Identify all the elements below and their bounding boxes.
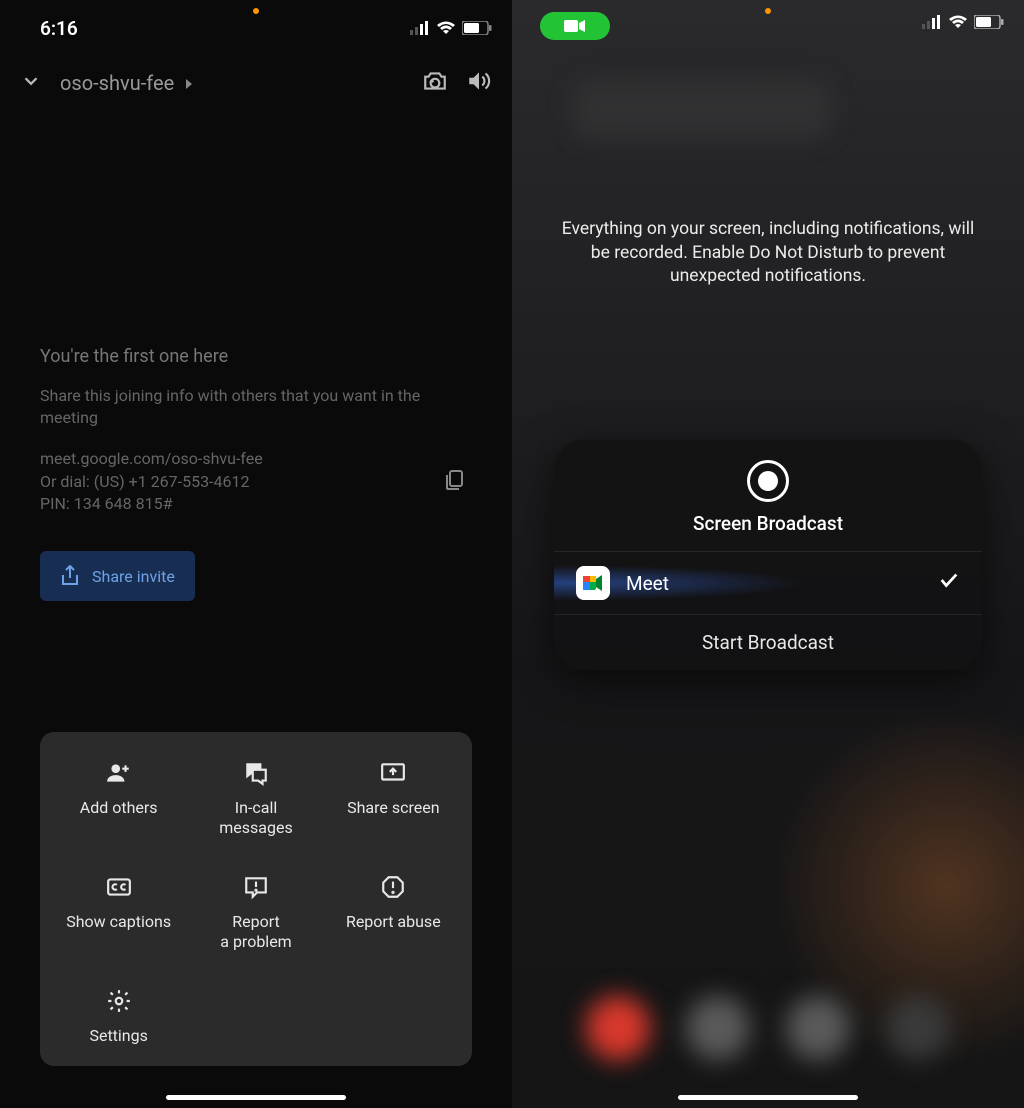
camera-active-pill[interactable]	[540, 12, 610, 40]
action-label: Report abuse	[346, 912, 441, 932]
broadcast-header: Screen Broadcast	[554, 440, 982, 551]
meeting-info: You're the first one here Share this joi…	[0, 346, 512, 515]
broadcast-screen: Everything on your screen, including not…	[512, 0, 1024, 1108]
gear-icon	[106, 988, 132, 1014]
status-time: 6:16	[40, 17, 78, 40]
meeting-link: meet.google.com/oso-shvu-fee	[40, 448, 263, 470]
blurred-control	[886, 996, 950, 1060]
share-invite-label: Share invite	[92, 567, 175, 586]
report-problem-button[interactable]: Report a problem	[187, 874, 324, 952]
share-screen-icon	[380, 760, 406, 786]
action-label: Settings	[89, 1026, 147, 1046]
broadcast-app-name: Meet	[626, 572, 922, 595]
broadcast-title: Screen Broadcast	[693, 512, 843, 535]
battery-icon	[462, 21, 492, 35]
blurred-call-controls	[512, 996, 1024, 1060]
report-abuse-button[interactable]: Report abuse	[325, 874, 462, 952]
blurred-header	[572, 80, 832, 140]
add-others-button[interactable]: Add others	[50, 760, 187, 838]
share-invite-button[interactable]: Share invite	[40, 551, 195, 601]
cellular-icon	[410, 21, 430, 35]
blurred-end-call	[586, 996, 650, 1060]
video-camera-icon	[564, 19, 586, 33]
checkmark-icon	[938, 569, 960, 597]
action-label: Share screen	[347, 798, 439, 818]
report-abuse-icon	[380, 874, 406, 900]
home-indicator[interactable]	[678, 1095, 858, 1100]
broadcast-app-row-meet[interactable]: Meet	[554, 551, 982, 614]
chevron-down-icon[interactable]	[20, 70, 42, 96]
wifi-icon	[436, 21, 456, 35]
copy-info-button[interactable]	[436, 462, 472, 502]
dial-pin: PIN: 134 648 815#	[40, 493, 263, 515]
show-captions-button[interactable]: Show captions	[50, 874, 187, 952]
meeting-code-text: oso-shvu-fee	[60, 71, 174, 95]
captions-icon	[106, 874, 132, 900]
home-indicator[interactable]	[166, 1095, 346, 1100]
settings-button[interactable]: Settings	[50, 988, 187, 1046]
action-label: Show captions	[66, 912, 171, 932]
meet-screen: 6:16 oso-shvu-fee You're the	[0, 0, 512, 1108]
add-person-icon	[106, 760, 132, 786]
meeting-code[interactable]: oso-shvu-fee	[60, 71, 404, 95]
blurred-control	[786, 996, 850, 1060]
recording-dot-icon	[765, 8, 771, 14]
report-problem-icon	[243, 874, 269, 900]
messages-icon	[243, 760, 269, 786]
action-label: Add others	[80, 798, 158, 818]
dial-in: Or dial: (US) +1 267-553-4612	[40, 471, 263, 493]
battery-icon	[974, 14, 1004, 33]
status-icons	[922, 14, 1004, 33]
action-label: Report a problem	[220, 912, 291, 952]
more-actions-panel: Add others In-call messages Share screen…	[40, 732, 472, 1066]
speaker-icon[interactable]	[466, 68, 492, 98]
start-broadcast-button[interactable]: Start Broadcast	[554, 614, 982, 670]
meet-header: oso-shvu-fee	[0, 50, 512, 116]
info-sub: Share this joining info with others that…	[40, 385, 472, 428]
join-details: meet.google.com/oso-shvu-fee Or dial: (U…	[40, 448, 263, 515]
record-icon	[747, 460, 789, 502]
in-call-messages-button[interactable]: In-call messages	[187, 760, 324, 838]
flip-camera-icon[interactable]	[422, 68, 448, 98]
cellular-icon	[922, 14, 942, 33]
meet-app-icon	[576, 566, 610, 600]
screen-broadcast-card: Screen Broadcast Meet Start Broadcast	[554, 440, 982, 670]
wifi-icon	[948, 14, 968, 33]
recording-dot-icon	[253, 8, 259, 14]
info-heading: You're the first one here	[40, 346, 472, 367]
action-label: In-call messages	[219, 798, 292, 838]
status-icons	[410, 21, 492, 35]
broadcast-warning: Everything on your screen, including not…	[552, 218, 984, 289]
blurred-control	[686, 996, 750, 1060]
share-icon	[60, 565, 80, 587]
share-screen-button[interactable]: Share screen	[325, 760, 462, 838]
